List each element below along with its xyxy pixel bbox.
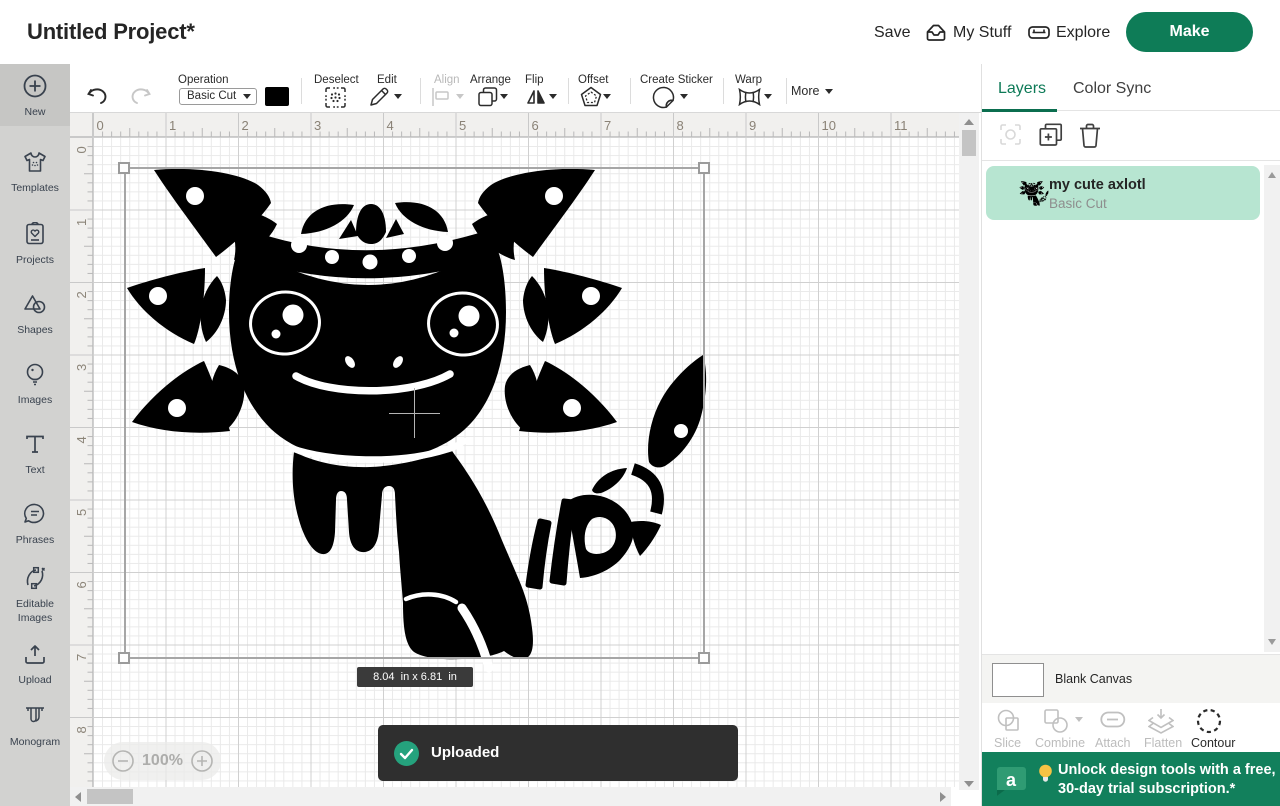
svg-text:a: a xyxy=(1006,770,1017,790)
